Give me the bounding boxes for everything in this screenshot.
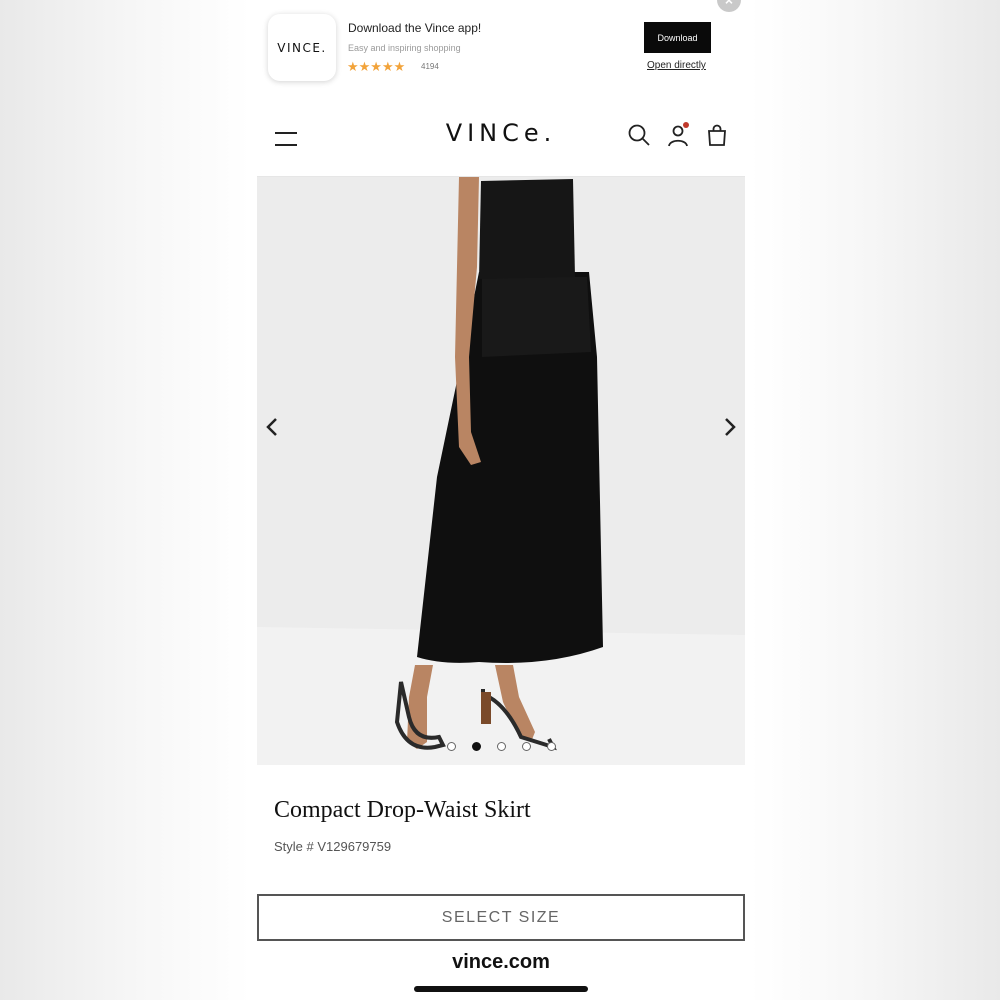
banner-subtitle: Easy and inspiring shopping — [348, 43, 461, 53]
chevron-right-icon[interactable] — [717, 415, 741, 439]
close-icon[interactable]: × — [717, 0, 741, 12]
banner-title: Download the Vince app! — [348, 21, 482, 35]
gallery-pagination — [257, 742, 745, 751]
home-indicator[interactable] — [414, 986, 588, 992]
select-size-button[interactable]: SELECT SIZE — [257, 894, 745, 941]
app-icon-logo: VINCE. — [277, 40, 327, 55]
notification-dot — [683, 122, 689, 128]
browser-domain[interactable]: vince.com — [257, 951, 745, 974]
shopping-bag-icon[interactable] — [705, 123, 729, 147]
product-image-gallery[interactable] — [257, 177, 745, 765]
product-title: Compact Drop-Waist Skirt — [274, 797, 531, 823]
gallery-dot[interactable] — [446, 742, 456, 751]
gallery-dot[interactable] — [546, 742, 556, 751]
product-photo — [257, 177, 745, 765]
gallery-dot-active[interactable] — [471, 742, 481, 751]
model-top — [479, 179, 575, 279]
open-directly-link[interactable]: Open directly — [647, 60, 706, 71]
site-header: VINCe. — [257, 96, 745, 177]
chevron-left-icon[interactable] — [261, 415, 285, 439]
search-icon[interactable] — [627, 123, 651, 147]
rating-count: 4194 — [421, 62, 439, 71]
star-rating-icon: ★★★★★ — [347, 59, 406, 74]
app-icon: VINCE. — [268, 14, 336, 81]
app-banner: VINCE. Download the Vince app! Easy and … — [257, 0, 745, 96]
phone-screen: VINCE. Download the Vince app! Easy and … — [257, 0, 745, 1000]
download-button[interactable]: Download — [644, 22, 711, 53]
gallery-dot[interactable] — [496, 742, 506, 751]
product-style-number: Style # V129679759 — [274, 839, 392, 854]
gallery-dot[interactable] — [521, 742, 531, 751]
